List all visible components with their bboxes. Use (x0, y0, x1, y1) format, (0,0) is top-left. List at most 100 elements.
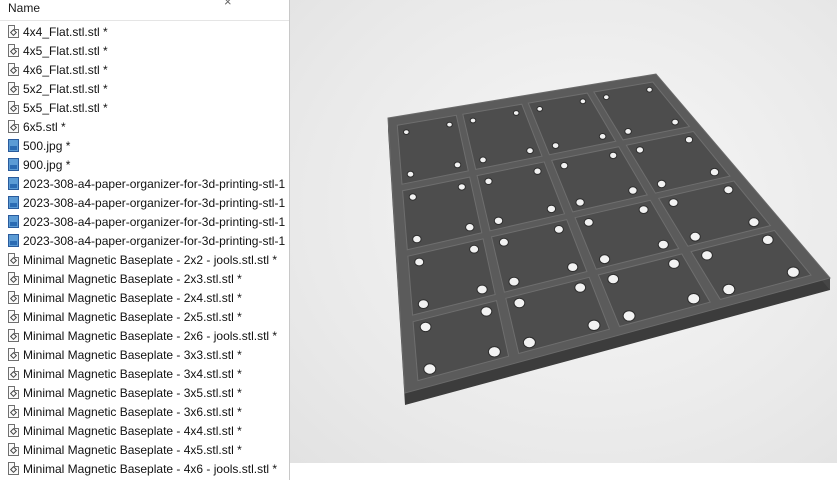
magnet-hole (446, 121, 453, 128)
file-list-item[interactable]: 2023-308-a4-paper-organizer-for-3d-print… (0, 174, 285, 193)
magnet-hole (453, 161, 462, 169)
magnet-hole (607, 273, 620, 285)
file-list-item[interactable]: Minimal Magnetic Baseplate - 2x2 - jools… (0, 250, 285, 269)
file-list-item[interactable]: 4x6_Flat.stl.stl * (0, 60, 285, 79)
name-column-label[interactable]: Name (8, 1, 40, 15)
file-name-label: Minimal Magnetic Baseplate - 4x4.stl.stl… (23, 423, 242, 438)
magnet-hole (469, 244, 480, 254)
magnet-hole (635, 146, 644, 154)
file-list-item[interactable]: 4x4_Flat.stl.stl * (0, 22, 285, 41)
file-name-label: Minimal Magnetic Baseplate - 4x6 - jools… (23, 461, 278, 476)
magnet-hole (598, 133, 607, 140)
file-list-item[interactable]: 6x5.stl * (0, 117, 285, 136)
file-list-item[interactable]: 4x5_Flat.stl.stl * (0, 41, 285, 60)
file-name-label: 2023-308-a4-paper-organizer-for-3d-print… (23, 176, 286, 191)
stl-file-icon (8, 367, 19, 380)
magnet-hole (689, 231, 701, 242)
file-name-label: 6x5.stl * (23, 119, 66, 134)
magnet-hole (465, 223, 475, 232)
magnet-hole (512, 110, 520, 116)
stl-file-icon (8, 291, 19, 304)
magnet-hole (480, 306, 493, 317)
image-file-icon (8, 139, 19, 152)
stl-file-icon (8, 101, 19, 114)
stl-file-icon (8, 272, 19, 285)
file-name-label: 5x5_Flat.stl.stl * (23, 100, 108, 115)
file-list-item[interactable]: Minimal Magnetic Baseplate - 2x3.stl.stl… (0, 269, 285, 288)
file-list-item[interactable]: Minimal Magnetic Baseplate - 3x3.stl.stl… (0, 345, 285, 364)
magnet-hole (414, 257, 425, 267)
stl-file-icon (8, 443, 19, 456)
magnet-hole (609, 151, 618, 160)
file-list-item[interactable]: Minimal Magnetic Baseplate - 3x5.stl.stl… (0, 383, 285, 402)
magnet-hole (487, 346, 501, 358)
magnet-hole (668, 258, 680, 269)
file-explorer-pane: Name × 4x4_Flat.stl.stl * 4x5_Flat.stl.st… (0, 0, 290, 480)
file-list-item[interactable]: Minimal Magnetic Baseplate - 2x4.stl.stl… (0, 288, 285, 307)
baseplate-model[interactable] (290, 0, 837, 463)
viewer-bottom-bar (290, 463, 837, 480)
image-file-icon (8, 177, 19, 190)
image-file-icon (8, 196, 19, 209)
file-name-label: 2023-308-a4-paper-organizer-for-3d-print… (23, 195, 286, 210)
magnet-hole (599, 254, 611, 265)
stl-file-icon (8, 63, 19, 76)
magnet-hole (567, 262, 579, 273)
file-list-item[interactable]: Minimal Magnetic Baseplate - 4x4.stl.stl… (0, 421, 285, 440)
magnet-hole (522, 336, 536, 349)
file-list-item[interactable]: Minimal Magnetic Baseplate - 2x5.stl.stl… (0, 307, 285, 326)
file-list-item[interactable]: 5x5_Flat.stl.stl * (0, 98, 285, 117)
magnet-hole (622, 310, 636, 322)
file-name-label: 4x4_Flat.stl.stl * (23, 24, 108, 39)
file-list-item[interactable]: Minimal Magnetic Baseplate - 2x6 - jools… (0, 326, 285, 345)
file-list-item[interactable]: Minimal Magnetic Baseplate - 4x6 - jools… (0, 459, 285, 478)
magnet-hole (723, 185, 734, 195)
file-list-item[interactable]: 2023-308-a4-paper-organizer-for-3d-print… (0, 193, 285, 212)
file-list: 4x4_Flat.stl.stl * 4x5_Flat.stl.stl * 4x6_… (0, 22, 285, 478)
file-list-item[interactable]: 2023-308-a4-paper-organizer-for-3d-print… (0, 231, 285, 250)
magnet-hole (701, 250, 713, 261)
magnet-hole (646, 86, 653, 93)
magnet-hole (493, 216, 504, 226)
file-list-item[interactable]: 900.jpg * (0, 155, 285, 174)
magnet-hole (687, 293, 701, 305)
magnet-hole (553, 225, 564, 234)
file-list-item[interactable]: 2023-308-a4-paper-organizer-for-3d-print… (0, 212, 285, 231)
stl-file-icon (8, 462, 19, 475)
magnet-hole (722, 283, 736, 296)
file-name-label: Minimal Magnetic Baseplate - 2x6 - jools… (23, 328, 278, 343)
magnet-hole (403, 129, 410, 136)
magnet-hole (536, 106, 543, 112)
stl-file-icon (8, 120, 19, 133)
magnet-hole (579, 98, 587, 105)
magnet-hole (498, 237, 509, 247)
file-list-item[interactable]: 500.jpg * (0, 136, 285, 155)
magnet-hole (786, 266, 800, 278)
file-name-label: 2023-308-a4-paper-organizer-for-3d-print… (23, 233, 286, 248)
file-name-label: Minimal Magnetic Baseplate - 4x5.stl.stl… (23, 442, 242, 457)
column-header[interactable]: Name × (0, 0, 289, 21)
file-list-item[interactable]: Minimal Magnetic Baseplate - 3x6.stl.stl… (0, 402, 285, 421)
magnet-hole (657, 239, 669, 250)
magnet-hole (560, 161, 569, 170)
file-list-item[interactable]: 5x2_Flat.stl.stl * (0, 79, 285, 98)
magnet-hole (748, 217, 760, 228)
magnet-hole (628, 186, 638, 195)
magnet-hole (551, 142, 560, 150)
3d-viewport[interactable] (290, 0, 837, 463)
file-name-label: 4x5_Flat.stl.stl * (23, 43, 108, 58)
magnet-hole (417, 299, 429, 310)
magnet-hole (526, 147, 534, 155)
magnet-hole (469, 117, 477, 124)
magnet-hole (638, 205, 649, 215)
magnet-hole (671, 118, 679, 126)
magnet-hole (423, 363, 437, 375)
file-name-label: 900.jpg * (23, 157, 71, 172)
close-icon[interactable]: × (224, 0, 232, 9)
file-list-item[interactable]: Minimal Magnetic Baseplate - 3x4.stl.stl… (0, 364, 285, 383)
file-list-item[interactable]: Minimal Magnetic Baseplate - 4x5.stl.stl… (0, 440, 285, 459)
magnet-hole (574, 282, 587, 293)
file-name-label: Minimal Magnetic Baseplate - 2x4.stl.stl… (23, 290, 242, 305)
magnet-hole (587, 319, 601, 331)
magnet-hole (684, 136, 694, 144)
